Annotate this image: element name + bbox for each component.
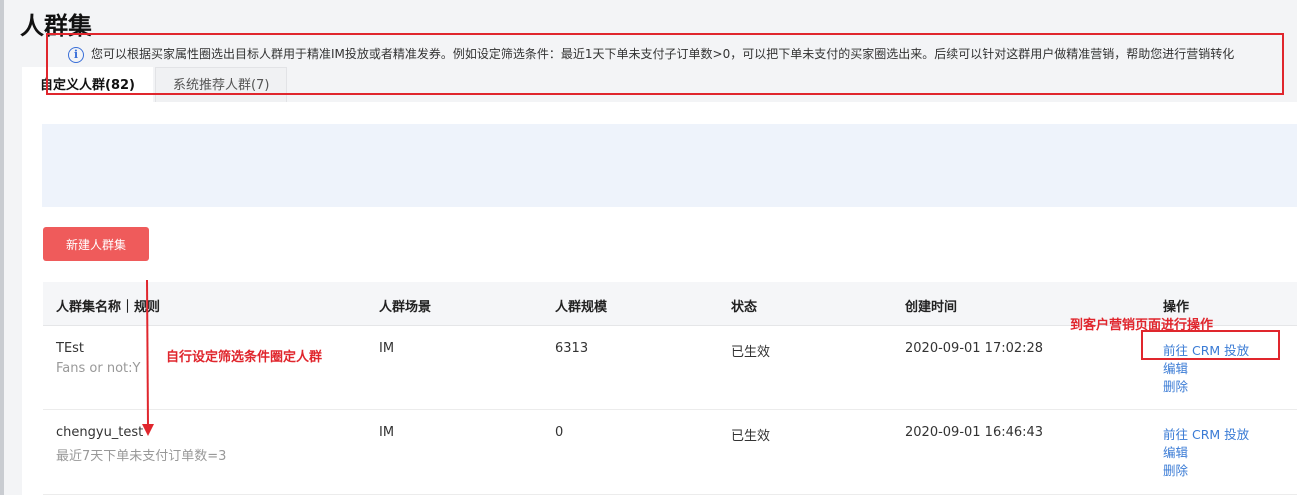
column-header-status: 状态 <box>731 300 758 315</box>
crowd-created-time: 2020-09-01 16:46:43 <box>905 425 1044 440</box>
notice-highlight-box <box>46 33 1284 95</box>
crowd-status: 已生效 <box>731 429 771 444</box>
crowd-created-time: 2020-09-01 17:02:28 <box>905 341 1044 356</box>
delete-link[interactable]: 删除 <box>1163 460 1188 479</box>
info-icon: i <box>68 47 84 63</box>
column-header-created: 创建时间 <box>905 300 958 315</box>
crowd-rule: Fans or not:Y <box>56 361 141 376</box>
crowd-status: 已生效 <box>731 345 771 360</box>
arrow-head <box>142 424 154 436</box>
column-header-actions: 操作 <box>1163 300 1190 315</box>
crowd-name[interactable]: TEst <box>56 341 84 356</box>
table-row: chengyu_test 最近7天下单未支付订单数=3 IM 0 已生效 202… <box>43 410 1297 495</box>
left-edge <box>0 0 4 495</box>
content-card: 新建人群集 人群集名称｜规则 人群场景 人群规模 状态 创建时间 操作 TEst… <box>22 102 1297 495</box>
notice-text: 您可以根据买家属性圈选出目标人群用于精准IM投放或者精准发券。例如设定筛选条件：… <box>91 47 1235 61</box>
delete-link[interactable]: 删除 <box>1163 376 1188 395</box>
new-crowd-button[interactable]: 新建人群集 <box>43 227 149 261</box>
crowd-size: 6313 <box>555 341 589 356</box>
crowd-scene: IM <box>379 341 395 356</box>
crowd-name[interactable]: chengyu_test <box>56 425 143 440</box>
edit-link[interactable]: 编辑 <box>1163 442 1188 461</box>
crowd-scene: IM <box>379 425 395 440</box>
crowd-size: 0 <box>555 425 564 440</box>
column-header-size: 人群规模 <box>555 300 608 315</box>
table-row: TEst Fans or not:Y IM 6313 已生效 2020-09-0… <box>43 326 1297 410</box>
rule-annotation: 自行设定筛选条件圈定人群 <box>166 350 323 365</box>
column-header-scene: 人群场景 <box>379 300 432 315</box>
crm-link-highlight-box <box>1141 330 1280 360</box>
annotation-arrow <box>142 279 154 436</box>
edit-link[interactable]: 编辑 <box>1163 358 1188 377</box>
crowd-rule: 最近7天下单未支付订单数=3 <box>56 449 227 464</box>
arrow-shaft <box>146 279 149 427</box>
info-notice <box>42 124 1297 207</box>
go-crm-link[interactable]: 前往 CRM 投放 <box>1163 424 1249 443</box>
